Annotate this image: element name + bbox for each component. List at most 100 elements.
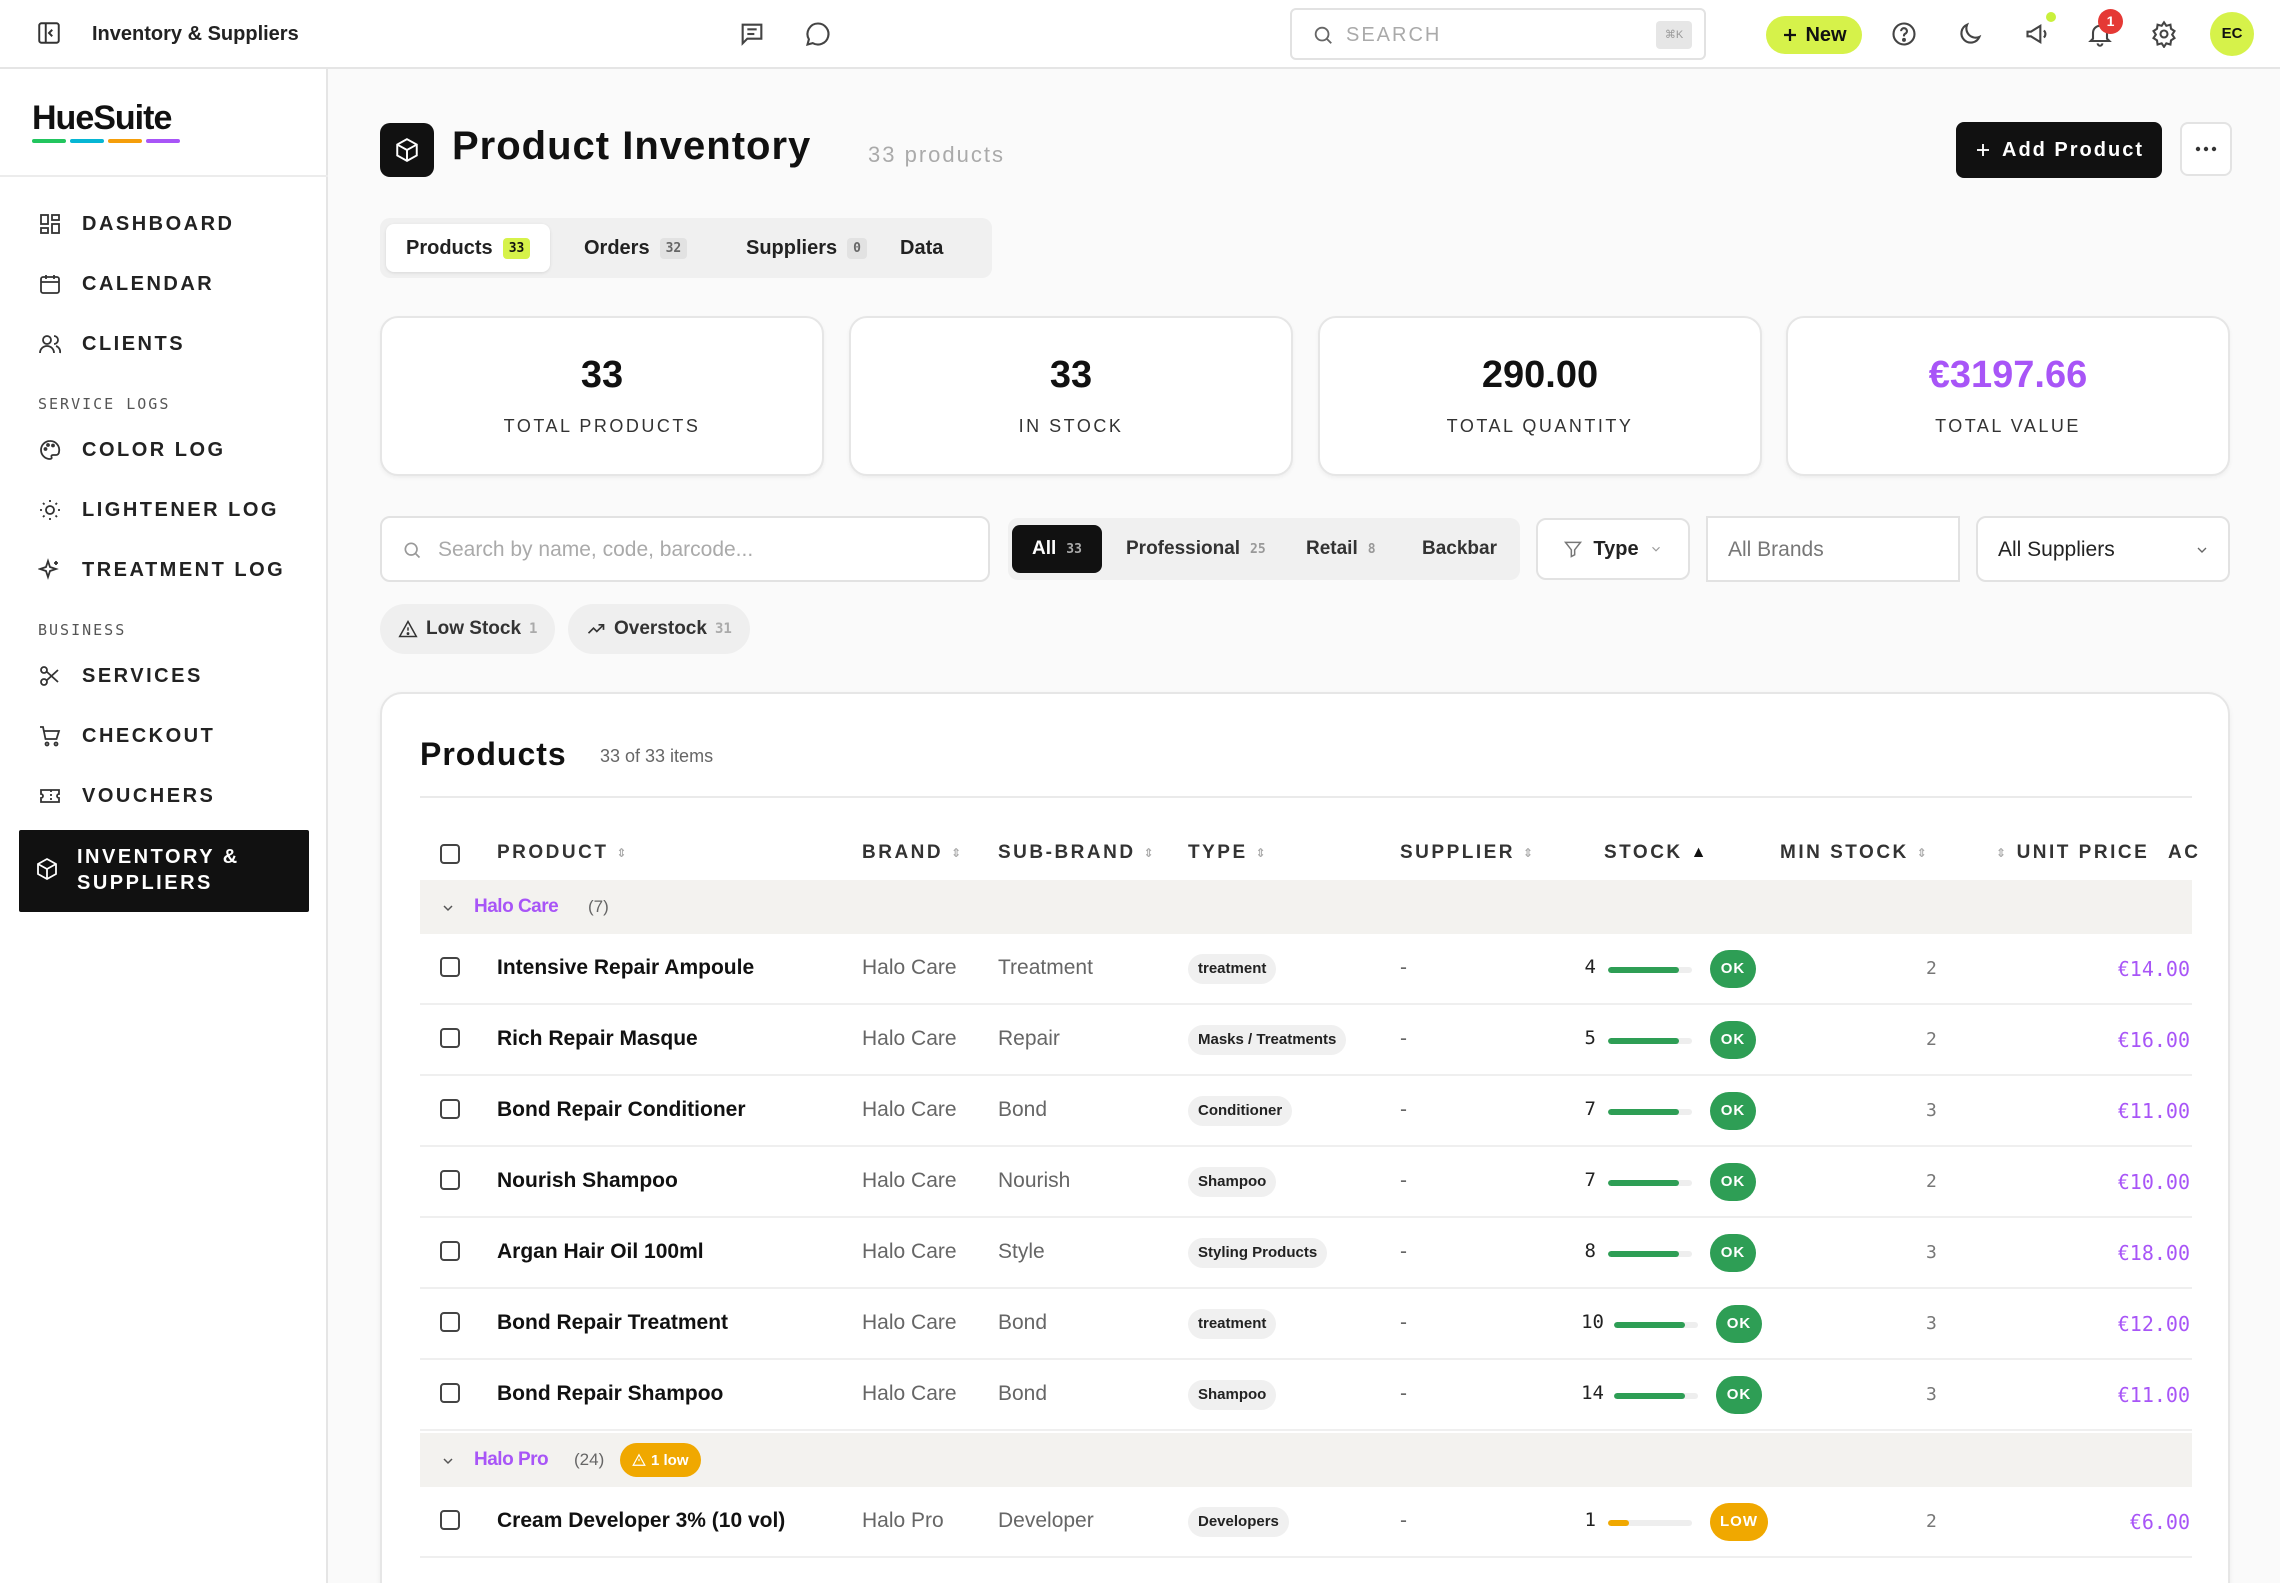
chevron-down-icon	[440, 1453, 456, 1469]
stat-card-total-quantity: 290.00 TOTAL QUANTITY	[1318, 316, 1762, 476]
segment-retail[interactable]: Retail 8	[1286, 525, 1396, 573]
brand-cell: Halo Care	[862, 1311, 957, 1334]
tab-label: Data	[900, 236, 944, 259]
sidebar-item-services[interactable]: SERVICES	[36, 661, 203, 691]
product-search-input[interactable]: Search by name, code, barcode...	[380, 516, 990, 582]
search-icon	[402, 540, 422, 560]
status-badge: OK	[1710, 1021, 1756, 1059]
product-name[interactable]: Bond Repair Treatment	[497, 1311, 728, 1335]
tab-data[interactable]: Data	[880, 224, 963, 272]
row-checkbox[interactable]	[440, 957, 460, 977]
stock-level-bar	[1608, 1251, 1692, 1257]
brand-cell: Halo Care	[862, 1098, 957, 1121]
product-name[interactable]: Bond Repair Shampoo	[497, 1382, 723, 1406]
supplier-cell: -	[1400, 1027, 1407, 1050]
status-badge: OK	[1710, 1163, 1756, 1201]
col-label: BRAND	[862, 842, 944, 863]
moon-icon[interactable]	[1956, 20, 1984, 48]
segment-label: Retail	[1306, 538, 1358, 559]
brand-filter-input[interactable]: All Brands	[1706, 516, 1960, 582]
col-supplier[interactable]: SUPPLIER ⇕	[1400, 842, 1536, 864]
col-type[interactable]: TYPE ⇕	[1188, 842, 1268, 864]
segment-label: Professional	[1126, 538, 1241, 559]
sidebar: HueSuite DASHBOARD CALENDAR CLIENTS SERV…	[0, 69, 328, 1583]
row-checkbox[interactable]	[440, 1028, 460, 1048]
row-checkbox[interactable]	[440, 1383, 460, 1403]
row-checkbox[interactable]	[440, 1241, 460, 1261]
row-checkbox[interactable]	[440, 1099, 460, 1119]
group-name: Halo Pro	[474, 1449, 549, 1470]
sidebar-item-lightener-log[interactable]: LIGHTENER LOG	[36, 495, 279, 525]
table-row[interactable]: Rich Repair Masque Halo Care Repair Masks /…	[420, 1005, 2192, 1076]
sidebar-item-clients[interactable]: CLIENTS	[36, 329, 185, 359]
brand-cell: Halo Care	[862, 1027, 957, 1050]
segment-backbar[interactable]: Backbar	[1402, 525, 1517, 573]
overstock-chip[interactable]: Overstock 31	[568, 604, 750, 654]
stock-value: 7	[1584, 1169, 1596, 1191]
table-row[interactable]: Nourish Shampoo Halo Care Nourish Shampoo - 7…	[420, 1147, 2192, 1218]
table-row[interactable]: Intensive Repair Ampoule Halo Care Treatme…	[420, 934, 2192, 1005]
product-name[interactable]: Argan Hair Oil 100ml	[497, 1240, 704, 1264]
col-stock[interactable]: STOCK ▲	[1604, 842, 1709, 864]
row-checkbox[interactable]	[440, 1510, 460, 1530]
col-min-stock[interactable]: MIN STOCK ⇕	[1780, 842, 1929, 864]
new-button[interactable]: New	[1766, 16, 1862, 54]
messages-icon[interactable]	[738, 20, 766, 48]
product-name[interactable]: Nourish Shampoo	[497, 1169, 678, 1193]
tab-suppliers[interactable]: Suppliers 0	[726, 224, 887, 272]
sidebar-item-dashboard[interactable]: DASHBOARD	[36, 209, 235, 239]
gear-icon[interactable]	[2150, 20, 2178, 48]
type-filter-button[interactable]: Type	[1536, 518, 1690, 580]
megaphone-icon[interactable]	[2024, 20, 2052, 48]
global-search-input[interactable]: SEARCH ⌘K	[1290, 8, 1706, 60]
palette-icon	[36, 436, 64, 464]
row-checkbox[interactable]	[440, 1170, 460, 1190]
tab-orders[interactable]: Orders 32	[564, 224, 707, 272]
tab-label: Suppliers	[746, 236, 838, 259]
stat-value: 33	[580, 354, 624, 396]
col-product[interactable]: PRODUCT ⇕	[497, 842, 629, 864]
product-name[interactable]: Rich Repair Masque	[497, 1027, 698, 1051]
low-stock-chip[interactable]: Low Stock 1	[380, 604, 556, 654]
col-actions[interactable]: AC	[2168, 842, 2200, 864]
users-icon	[36, 330, 64, 358]
help-icon[interactable]	[1890, 20, 1918, 48]
col-sub-brand[interactable]: SUB-BRAND ⇕	[998, 842, 1156, 864]
sidebar-item-checkout[interactable]: CHECKOUT	[36, 721, 215, 751]
tab-products[interactable]: Products 33	[386, 224, 551, 272]
col-brand[interactable]: BRAND ⇕	[862, 842, 964, 864]
table-row[interactable]: Cream Developer 3% (10 vol) Halo Pro Devel…	[420, 1487, 2192, 1558]
add-product-button[interactable]: Add Product	[1956, 122, 2162, 178]
table-row[interactable]: Bond Repair Conditioner Halo Care Bond Cond…	[420, 1076, 2192, 1147]
sub-brand-cell: Bond	[998, 1311, 1048, 1334]
sidebar-item-calendar[interactable]: CALENDAR	[36, 269, 214, 299]
tab-count: 0	[847, 237, 867, 259]
sidebar-item-color-log[interactable]: COLOR LOG	[36, 435, 226, 465]
product-name[interactable]: Bond Repair Conditioner	[497, 1098, 746, 1122]
sidebar-item-treatment-log[interactable]: TREATMENT LOG	[36, 555, 285, 585]
sidebar-item-vouchers[interactable]: VOUCHERS	[36, 781, 215, 811]
select-all-checkbox[interactable]	[440, 844, 460, 864]
type-badge: Shampoo	[1188, 1380, 1277, 1410]
group-row-halo-care[interactable]: Halo Care (7)	[420, 880, 2192, 934]
group-row-halo-pro[interactable]: Halo Pro (24) 1 low	[420, 1433, 2192, 1487]
segment-professional[interactable]: Professional 25	[1106, 525, 1286, 573]
table-row[interactable]: Bond Repair Treatment Halo Care Bond treatm…	[420, 1289, 2192, 1360]
avatar[interactable]: EC	[2210, 12, 2254, 56]
product-name[interactable]: Intensive Repair Ampoule	[497, 956, 754, 980]
sidebar-item-label: TREATMENT LOG	[82, 558, 286, 581]
table-row[interactable]: Bond Repair Shampoo Halo Care Bond Shampoo -…	[420, 1360, 2192, 1431]
product-name[interactable]: Cream Developer 3% (10 vol)	[497, 1509, 785, 1533]
supplier-select[interactable]: All Suppliers	[1976, 516, 2230, 582]
chat-icon[interactable]	[804, 20, 832, 48]
supplier-cell: -	[1400, 1098, 1407, 1121]
sidebar-item-inventory[interactable]: INVENTORY & SUPPLIERS	[19, 830, 309, 912]
row-checkbox[interactable]	[440, 1312, 460, 1332]
brand-cell: Halo Pro	[862, 1509, 944, 1532]
sidebar-toggle-icon[interactable]	[36, 20, 62, 46]
segment-all[interactable]: All 33	[1012, 525, 1102, 573]
logo-color-bars	[32, 139, 180, 143]
more-options-button[interactable]	[2180, 122, 2232, 176]
col-unit-price[interactable]: ⇕ UNIT PRICE	[1996, 842, 2149, 864]
table-row[interactable]: Argan Hair Oil 100ml Halo Care Style Stylin…	[420, 1218, 2192, 1289]
